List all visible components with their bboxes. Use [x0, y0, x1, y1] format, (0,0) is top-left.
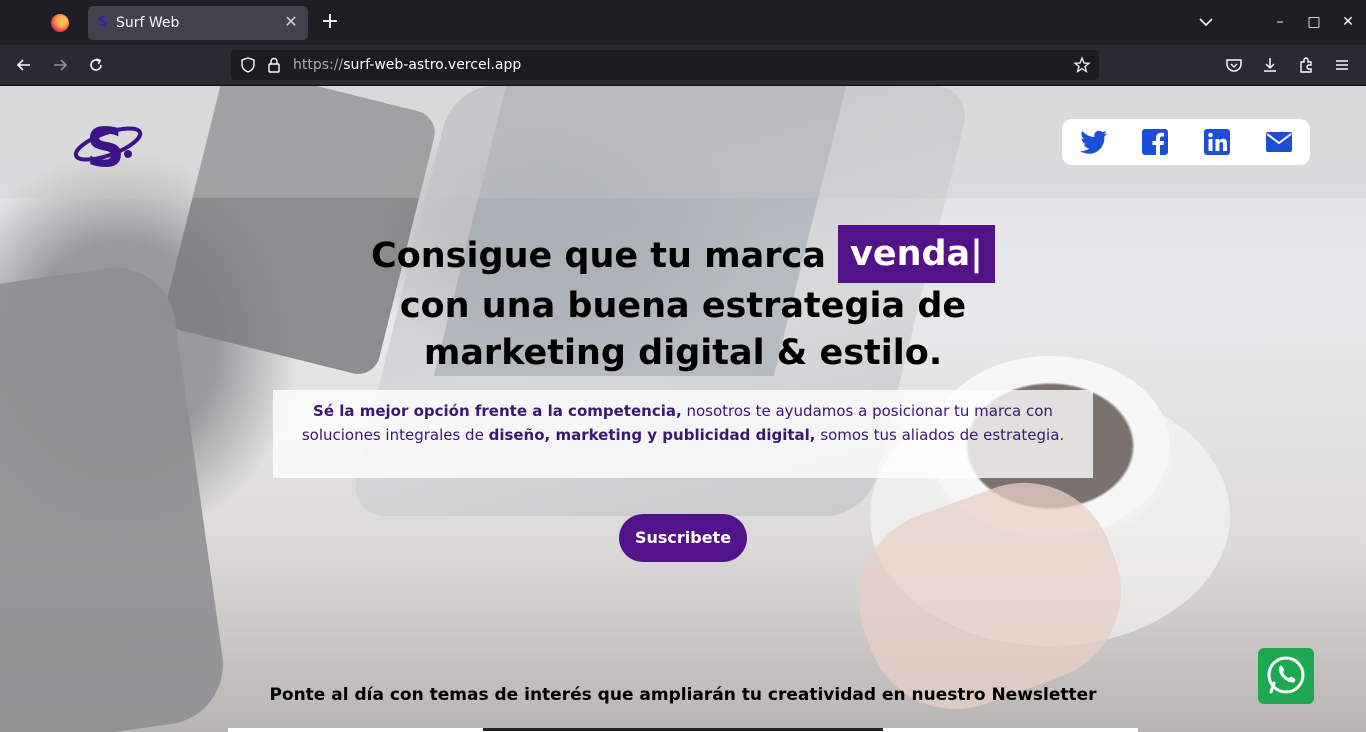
back-arrow-icon[interactable] [13, 54, 35, 76]
headline-line-3: marketing digital & estilo. [423, 333, 943, 373]
bookmark-star-icon[interactable] [1073, 56, 1091, 74]
extensions-icon[interactable] [1295, 54, 1317, 76]
lock-icon[interactable] [265, 56, 283, 74]
reload-icon[interactable] [85, 54, 107, 76]
intro-text-2: somos tus aliados de estrategia. [815, 426, 1065, 444]
pocket-icon[interactable] [1223, 54, 1245, 76]
tracking-protection-shield-icon[interactable] [239, 56, 257, 74]
downloads-icon[interactable] [1259, 54, 1281, 76]
close-tab-icon[interactable]: ✕ [282, 13, 300, 31]
url-protocol: https:// [293, 57, 344, 73]
newsletter-title: Ponte al día con temas de interés que am… [269, 685, 1097, 705]
minimize-button[interactable]: – [1270, 12, 1290, 32]
twitter-icon[interactable] [1077, 126, 1109, 158]
whatsapp-icon[interactable] [1258, 648, 1314, 704]
surf-web-logo[interactable]: S [72, 114, 144, 174]
svg-text:S: S [86, 116, 125, 174]
typed-word-highlight: venda| [838, 225, 995, 283]
newsletter-form[interactable] [228, 728, 1138, 732]
linkedin-icon[interactable] [1201, 126, 1233, 158]
browser-tab-bar: S Surf Web ✕ + – □ ✕ [0, 0, 1366, 45]
headline-line-2: con una buena estrategia de [399, 286, 967, 326]
list-all-tabs-icon[interactable] [1196, 12, 1216, 32]
close-window-button[interactable]: ✕ [1338, 12, 1358, 32]
forward-arrow-icon[interactable] [49, 54, 71, 76]
mail-icon[interactable] [1263, 126, 1295, 158]
site-favicon-icon: S [98, 15, 108, 30]
headline-line-1: Consigue que tu marca venda| [233, 225, 1133, 283]
tab-title: Surf Web [116, 15, 180, 31]
web-page: S Consigue que tu marca venda| con una b… [0, 86, 1366, 732]
maximize-button[interactable]: □ [1304, 12, 1324, 32]
hero-intro-text: Sé la mejor opción frente a la competenc… [273, 390, 1093, 478]
social-links [1062, 119, 1310, 165]
browser-nav-bar: https://surf-web-astro.vercel.app [0, 45, 1366, 86]
hero-headline: Consigue que tu marca venda| con una bue… [233, 225, 1133, 377]
newsletter-input-border [483, 728, 883, 731]
intro-bold-2: diseño, marketing y publicidad digital, [488, 426, 816, 444]
firefox-icon[interactable] [51, 14, 69, 32]
new-tab-button[interactable]: + [318, 11, 342, 35]
url-host: surf-web-astro.vercel.app [343, 57, 522, 73]
url-bar[interactable]: https://surf-web-astro.vercel.app [231, 50, 1099, 80]
facebook-icon[interactable] [1139, 126, 1171, 158]
url-text: https://surf-web-astro.vercel.app [293, 56, 521, 74]
headline-text-1: Consigue que tu marca [371, 236, 826, 276]
browser-tab[interactable]: S Surf Web ✕ [88, 6, 308, 40]
menu-hamburger-icon[interactable] [1331, 54, 1353, 76]
subscribe-button[interactable]: Suscribete [619, 514, 747, 562]
intro-bold-1: Sé la mejor opción frente a la competenc… [313, 402, 682, 420]
